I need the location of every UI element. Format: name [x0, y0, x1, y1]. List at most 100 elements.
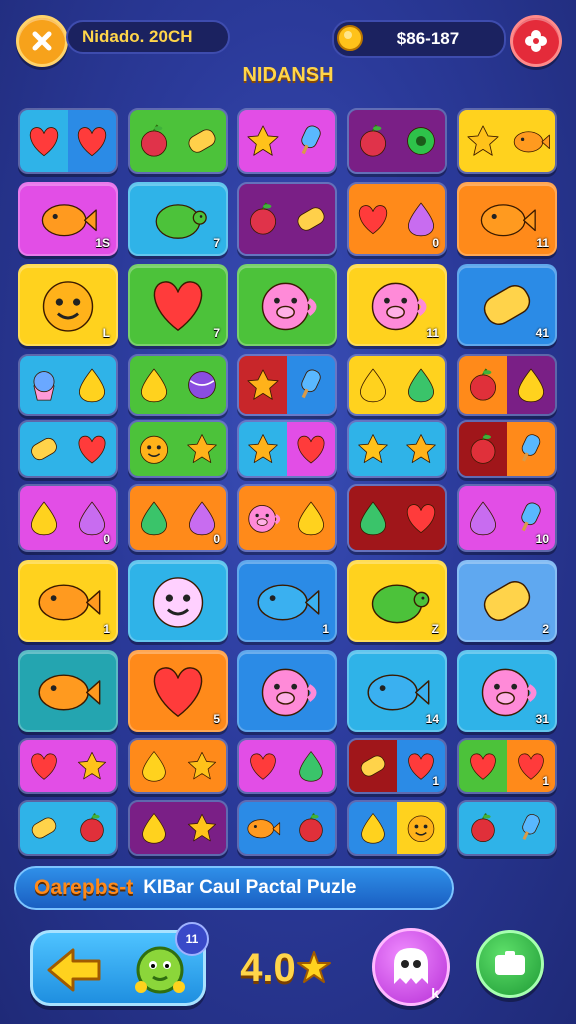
grid-tile[interactable]	[237, 650, 337, 732]
grid-tile[interactable]: 7	[128, 264, 228, 346]
level-title: Nidado. 20CH	[82, 27, 193, 46]
grid-tile[interactable]	[347, 420, 447, 478]
grid-tile[interactable]	[237, 108, 337, 174]
grid-tile[interactable]: Z	[347, 560, 447, 642]
heart-icon	[29, 127, 59, 157]
grid-tile[interactable]	[237, 420, 337, 478]
apple-icon	[359, 124, 387, 157]
tile-half-left	[459, 802, 507, 854]
ball-icon	[188, 371, 216, 399]
settings-button[interactable]	[510, 15, 562, 67]
grid-tile[interactable]: 1S	[18, 182, 118, 256]
grid-tile[interactable]	[18, 738, 118, 794]
grid-tile[interactable]: 31	[457, 650, 557, 732]
tile-half-left	[239, 184, 287, 254]
camera-icon	[495, 951, 525, 975]
tile-count: 41	[535, 326, 549, 340]
tile-half-left	[459, 356, 507, 414]
grid-tile[interactable]	[457, 800, 557, 856]
bell-icon	[248, 434, 278, 463]
grid-tile[interactable]	[128, 738, 228, 794]
tile-count: 1S	[95, 236, 110, 250]
tile-half-left	[130, 422, 178, 476]
grid-tile[interactable]: 0	[18, 484, 118, 552]
fish-icon	[38, 674, 101, 711]
tile-half-left	[349, 110, 397, 172]
bell-icon	[406, 434, 436, 463]
grid-tile[interactable]	[128, 800, 228, 856]
popsicle-icon	[301, 369, 321, 399]
grid-tile[interactable]: 41	[457, 264, 557, 346]
tile-half-right	[178, 802, 226, 854]
grid-tile[interactable]	[237, 354, 337, 416]
grid-tile[interactable]	[347, 354, 447, 416]
popsicle-icon	[522, 813, 540, 840]
grid-tile[interactable]	[457, 108, 557, 174]
grid-tile[interactable]	[128, 560, 228, 642]
grid-tile[interactable]	[237, 182, 337, 256]
drop-icon	[142, 813, 166, 844]
fish-icon	[513, 131, 550, 153]
tile-half-right	[68, 802, 116, 854]
grid-tile[interactable]: 7	[128, 182, 228, 256]
grid-tile[interactable]	[128, 420, 228, 478]
face-icon	[407, 815, 435, 843]
flower-icon	[358, 434, 388, 463]
tile-half-right	[397, 486, 445, 550]
tile-half-right	[397, 110, 445, 172]
grid-tile[interactable]	[18, 420, 118, 478]
cupcake-icon	[33, 371, 55, 401]
tile-count: 10	[535, 532, 549, 546]
tile-half-right	[287, 802, 335, 854]
grid-tile[interactable]	[457, 420, 557, 478]
grid-tile[interactable]: L	[18, 264, 118, 346]
balloon-icon	[359, 501, 387, 536]
tile-half-left	[20, 110, 68, 172]
heart-icon	[31, 753, 57, 780]
drop-icon	[297, 501, 325, 536]
grid-tile[interactable]	[347, 800, 447, 856]
tile-half-left	[20, 356, 68, 414]
grid-tile[interactable]	[237, 800, 337, 856]
grid-tile[interactable]	[347, 108, 447, 174]
grid-tile[interactable]: 0	[347, 182, 447, 256]
grid-tile[interactable]: 11	[347, 264, 447, 346]
grid-tile[interactable]	[347, 484, 447, 552]
grid-tile[interactable]: 11	[457, 182, 557, 256]
grid-tile[interactable]	[18, 650, 118, 732]
grid-tile[interactable]	[18, 800, 118, 856]
grid-tile[interactable]: 10	[457, 484, 557, 552]
grid-tile[interactable]	[18, 108, 118, 174]
grid-tile[interactable]: 0	[128, 484, 228, 552]
pig-icon	[371, 282, 427, 331]
grid-tile[interactable]: 14	[347, 650, 447, 732]
egg-icon	[407, 202, 435, 237]
tile-count: 14	[425, 712, 439, 726]
flower-icon	[467, 125, 499, 156]
grid-tile[interactable]: 1	[347, 738, 447, 794]
tile-half-right	[287, 422, 335, 476]
grid-tile[interactable]: 2	[457, 560, 557, 642]
grid-tile[interactable]	[237, 738, 337, 794]
grid-tile[interactable]	[18, 354, 118, 416]
score-display: 4.0	[226, 930, 346, 1006]
close-button[interactable]	[16, 15, 68, 67]
grid-tile[interactable]	[128, 354, 228, 416]
grid-tile[interactable]	[237, 484, 337, 552]
grid-tile[interactable]	[128, 108, 228, 174]
drop-icon	[78, 368, 106, 403]
tile-half-left	[349, 184, 397, 254]
grid-tile[interactable]: 1	[457, 738, 557, 794]
grid-tile[interactable]: 5	[128, 650, 228, 732]
tile-half-left	[130, 486, 178, 550]
grid-tile[interactable]: 1	[237, 560, 337, 642]
fish-icon	[38, 584, 101, 621]
grid-tile[interactable]	[237, 264, 337, 346]
grid-tile[interactable]	[457, 354, 557, 416]
tile-count: 5	[213, 712, 220, 726]
drop-icon	[142, 751, 166, 782]
camera-button[interactable]	[476, 930, 544, 998]
tile-half-right	[397, 802, 445, 854]
grid-tile[interactable]: 1	[18, 560, 118, 642]
ghost-button[interactable]: k	[372, 928, 450, 1006]
